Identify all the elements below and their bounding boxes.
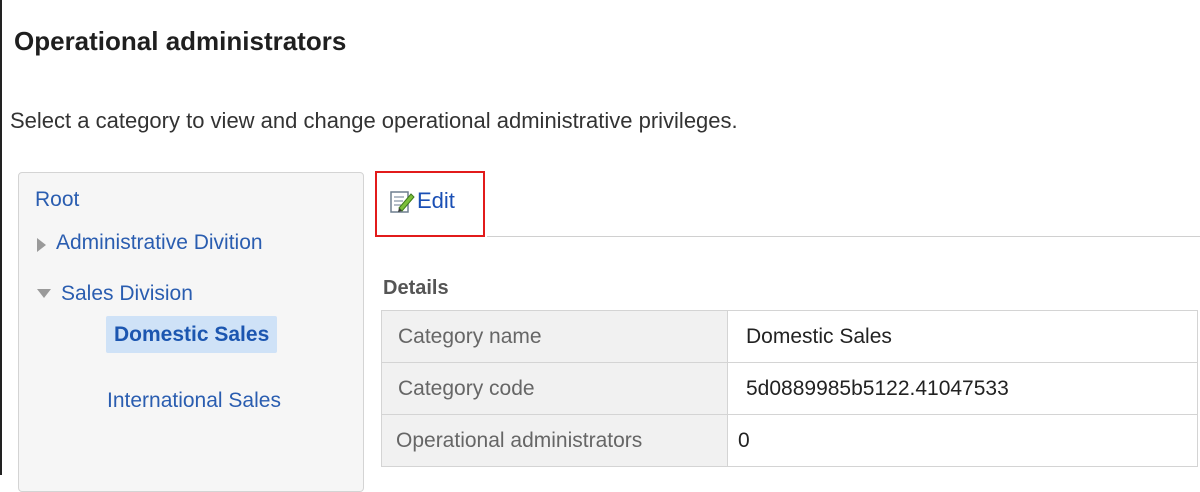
tree-item-administrative-divition[interactable]: Administrative Divition	[37, 231, 263, 255]
tree-item-label[interactable]: International Sales	[107, 389, 281, 412]
tree-item-root[interactable]: Root	[35, 188, 79, 212]
details-table: Category name Domestic Sales Category co…	[381, 310, 1198, 467]
tree-item-label[interactable]: Administrative Divition	[56, 231, 263, 254]
category-tree-panel: Root Administrative Divition Sales Divis…	[18, 172, 364, 492]
row-label: Category name	[381, 310, 728, 363]
edit-button[interactable]: Edit	[389, 188, 455, 214]
row-label: Category code	[381, 362, 728, 415]
toolbar-divider	[487, 236, 1200, 237]
expand-arrow-icon[interactable]	[37, 237, 46, 252]
tree-item-domestic-sales[interactable]: Domestic Sales	[106, 316, 278, 353]
row-value: Domestic Sales	[727, 310, 1198, 363]
table-row: Category name Domestic Sales	[381, 310, 1198, 363]
tree-item-label[interactable]: Sales Division	[61, 282, 193, 305]
page-description: Select a category to view and change ope…	[10, 108, 738, 133]
row-value: 0	[727, 414, 1198, 467]
page-title: Operational administrators	[14, 26, 347, 56]
edit-label[interactable]: Edit	[417, 188, 455, 214]
tree-item-label-selected[interactable]: Domestic Sales	[106, 316, 278, 353]
window-left-border	[0, 0, 2, 475]
row-label: Operational administrators	[381, 414, 728, 467]
table-row: Category code 5d0889985b5122.41047533	[381, 362, 1198, 415]
edit-highlight-box: Edit	[375, 171, 485, 237]
table-row: Operational administrators 0	[381, 414, 1198, 467]
edit-icon	[389, 188, 415, 214]
collapse-arrow-icon[interactable]	[37, 289, 51, 299]
tree-root-link[interactable]: Root	[35, 188, 79, 211]
row-value: 5d0889985b5122.41047533	[727, 362, 1198, 415]
tree-item-international-sales[interactable]: International Sales	[107, 389, 281, 413]
details-section-label: Details	[383, 277, 449, 299]
tree-item-sales-division[interactable]: Sales Division	[37, 282, 193, 306]
